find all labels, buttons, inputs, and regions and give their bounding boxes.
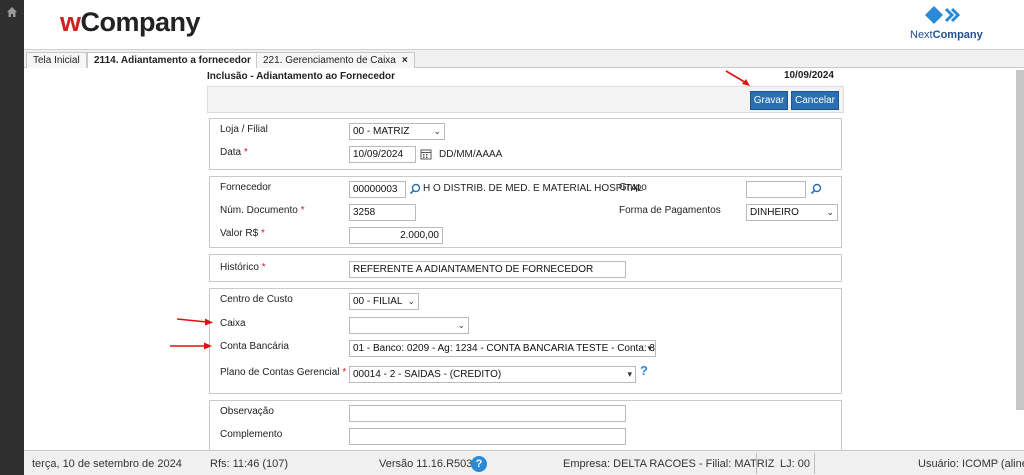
data-label-text: Data bbox=[220, 147, 242, 158]
section-financeiro: Centro de Custo 00 - FILIAL ⌄ Caixa ⌄ Con… bbox=[209, 288, 842, 394]
centro-custo-select[interactable]: 00 - FILIAL ⌄ bbox=[349, 293, 419, 310]
required-mark: * bbox=[261, 262, 266, 273]
footer-usuario: Usuário: ICOMP (aline) bbox=[918, 458, 1024, 470]
nextcompany-mark-icon bbox=[925, 6, 961, 24]
num-documento-input[interactable]: 3258 bbox=[349, 204, 416, 221]
required-mark: * bbox=[300, 205, 305, 216]
date-format-hint: DD/MM/AAAA bbox=[439, 149, 503, 160]
tab-label: Tela Inicial bbox=[33, 55, 80, 66]
required-mark: * bbox=[260, 228, 265, 239]
valor-label: Valor R$ * bbox=[220, 228, 265, 239]
nextcompany-text: NextCompany bbox=[910, 29, 983, 41]
calendar-icon[interactable] bbox=[420, 148, 432, 160]
tab-gerenciamento-caixa[interactable]: 221. Gerenciamento de Caixa × bbox=[256, 52, 415, 68]
forma-pagamento-value: DINHEIRO bbox=[750, 207, 799, 218]
chevron-down-icon: ⌄ bbox=[826, 207, 834, 217]
fornecedor-code-input[interactable]: 00000003 bbox=[349, 181, 406, 198]
logo-company: Company bbox=[80, 7, 201, 37]
observacao-input[interactable] bbox=[349, 405, 626, 422]
cancelar-button[interactable]: Cancelar bbox=[791, 91, 839, 110]
header-date: 10/09/2024 bbox=[783, 70, 834, 81]
observacao-label: Observação bbox=[220, 406, 274, 417]
caixa-label: Caixa bbox=[220, 318, 246, 329]
help-icon[interactable]: ? bbox=[471, 456, 487, 472]
loja-select[interactable]: 00 - MATRIZ ⌄ bbox=[349, 123, 445, 140]
grupo-input[interactable] bbox=[746, 181, 806, 198]
chevron-down-icon: ⌄ bbox=[457, 320, 465, 330]
tab-bar: Tela Inicial 2114. Adiantamento a fornec… bbox=[24, 50, 1024, 68]
caret-down-icon: ▾ bbox=[647, 343, 652, 353]
form-toolbar: Gravar Cancelar bbox=[207, 86, 844, 113]
forma-pagamento-label: Forma de Pagamentos bbox=[619, 205, 721, 216]
centro-custo-value: 00 - FILIAL bbox=[353, 296, 403, 307]
footer-lj: LJ: 00 bbox=[780, 458, 810, 470]
form-panel: Inclusão - Adiantamento ao Fornecedor 10… bbox=[207, 70, 844, 450]
next-text-b: Company bbox=[932, 29, 983, 41]
nextcompany-logo: NextCompany bbox=[910, 4, 983, 44]
plano-contas-select[interactable]: 00014 - 2 - SAIDAS - (CREDITO) ▾ bbox=[349, 366, 636, 383]
caixa-select[interactable]: ⌄ bbox=[349, 317, 469, 334]
tab-adiantamento-fornecedor[interactable]: 2114. Adiantamento a fornecedor× bbox=[87, 52, 270, 68]
close-icon[interactable]: × bbox=[402, 55, 408, 66]
footer-rfs: Rfs: 11:46 (107) bbox=[210, 458, 289, 470]
footer-divider bbox=[814, 453, 815, 474]
forma-pagamento-select[interactable]: DINHEIRO ⌄ bbox=[746, 204, 838, 221]
num-documento-label: Núm. Documento * bbox=[220, 205, 305, 216]
search-icon[interactable] bbox=[409, 183, 421, 195]
red-arrow-annotation-icon bbox=[176, 318, 213, 326]
conta-bancaria-value: 01 - Banco: 0209 - Ag: 1234 - CONTA BANC… bbox=[353, 343, 656, 354]
required-mark: * bbox=[243, 147, 248, 158]
footer-empresa: Empresa: DELTA RACOES - Filial: MATRIZ bbox=[563, 458, 775, 470]
section-loja-data: Loja / Filial 00 - MATRIZ ⌄ Data * 10/09/… bbox=[209, 118, 842, 170]
valor-label-text: Valor R$ bbox=[220, 228, 259, 239]
fornecedor-name: H O DISTRIB. DE MED. E MATERIAL HOSPITAL bbox=[423, 183, 643, 194]
centro-custo-label: Centro de Custo bbox=[220, 294, 293, 305]
wcompany-logo: wCompany bbox=[60, 7, 201, 38]
tab-label: 2114. Adiantamento a fornecedor bbox=[94, 55, 251, 66]
loja-select-value: 00 - MATRIZ bbox=[353, 126, 410, 137]
logo-w: w bbox=[60, 7, 81, 37]
red-arrow-annotation-icon bbox=[725, 70, 750, 86]
footer-date: terça, 10 de setembro de 2024 bbox=[32, 458, 182, 470]
valor-input[interactable]: 2.000,00 bbox=[349, 227, 443, 244]
grupo-label: Grupo bbox=[619, 182, 647, 193]
data-input[interactable]: 10/09/2024 bbox=[349, 146, 416, 163]
home-icon[interactable] bbox=[6, 6, 18, 18]
next-text-a: Next bbox=[910, 29, 933, 41]
plano-contas-label-text: Plano de Contas Gerencial bbox=[220, 367, 340, 378]
historico-input[interactable]: REFERENTE A ADIANTAMENTO DE FORNECEDOR bbox=[349, 261, 626, 278]
footer-version: Versão 11.16.R5032 bbox=[379, 458, 479, 470]
complemento-label: Complemento bbox=[220, 429, 283, 440]
red-arrow-annotation-icon bbox=[170, 342, 212, 350]
num-documento-label-text: Núm. Documento bbox=[220, 205, 298, 216]
required-mark: * bbox=[342, 367, 347, 378]
section-historico: Histórico * REFERENTE A ADIANTAMENTO DE … bbox=[209, 254, 842, 282]
app-header: wCompany NextCompany bbox=[24, 0, 1024, 50]
tab-tela-inicial[interactable]: Tela Inicial bbox=[26, 52, 87, 68]
data-label: Data * bbox=[220, 147, 248, 158]
vertical-scrollbar[interactable] bbox=[1016, 70, 1024, 410]
fornecedor-label: Fornecedor bbox=[220, 182, 272, 193]
historico-label: Histórico * bbox=[220, 262, 266, 273]
caret-down-icon: ▾ bbox=[627, 369, 632, 379]
loja-label: Loja / Filial bbox=[220, 124, 268, 135]
chevron-down-icon: ⌄ bbox=[407, 296, 415, 306]
tab-label: 221. Gerenciamento de Caixa bbox=[263, 55, 396, 66]
status-bar: terça, 10 de setembro de 2024 Rfs: 11:46… bbox=[24, 450, 1024, 475]
help-question-icon[interactable]: ? bbox=[640, 363, 648, 378]
conta-bancaria-select[interactable]: 01 - Banco: 0209 - Ag: 1234 - CONTA BANC… bbox=[349, 340, 656, 357]
section-observacao: Observação Complemento bbox=[209, 400, 842, 450]
scrollbar-thumb[interactable] bbox=[1016, 70, 1024, 410]
gravar-button[interactable]: Gravar bbox=[750, 91, 788, 110]
chevron-down-icon: ⌄ bbox=[433, 126, 441, 136]
historico-label-text: Histórico bbox=[220, 262, 259, 273]
conta-bancaria-label: Conta Bancária bbox=[220, 341, 289, 352]
section-fornecedor: Fornecedor 00000003 H O DISTRIB. DE MED.… bbox=[209, 176, 842, 248]
footer-divider bbox=[756, 453, 757, 474]
left-sidebar bbox=[0, 0, 24, 475]
plano-contas-value: 00014 - 2 - SAIDAS - (CREDITO) bbox=[353, 369, 502, 380]
search-icon[interactable] bbox=[810, 183, 822, 195]
complemento-input[interactable] bbox=[349, 428, 626, 445]
plano-contas-label: Plano de Contas Gerencial * bbox=[220, 367, 346, 378]
